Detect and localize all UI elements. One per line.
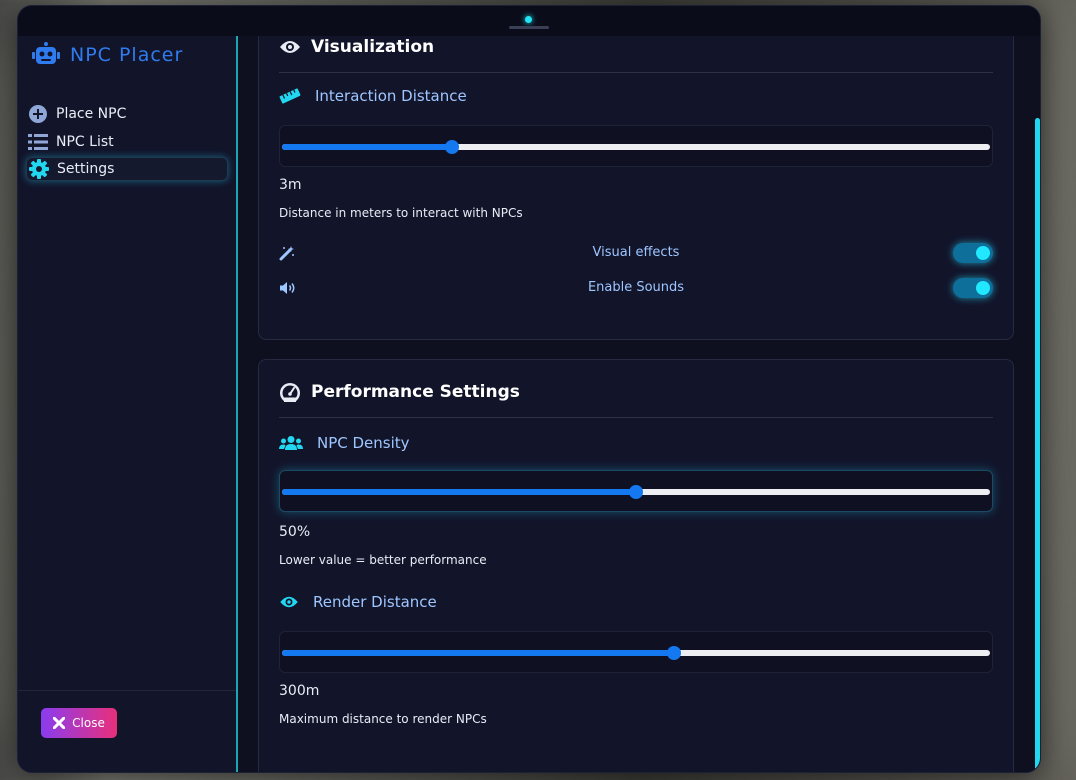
- x-icon: [53, 717, 66, 729]
- render-distance-label: Render Distance: [279, 593, 437, 611]
- eye-icon: [279, 39, 301, 55]
- label-text: NPC Density: [317, 434, 410, 452]
- window-topbar[interactable]: [18, 6, 1040, 37]
- slider-thumb[interactable]: [444, 140, 459, 154]
- sidebar: NPC Placer Place NPC NPC List Settings C…: [18, 36, 238, 772]
- scrollbar[interactable]: [1035, 118, 1040, 772]
- divider: [18, 690, 236, 691]
- interaction-distance-label: Interaction Distance: [279, 87, 467, 105]
- toggle-knob: [976, 281, 990, 295]
- sidebar-item-label: Settings: [57, 161, 115, 177]
- toggle-knob: [976, 246, 990, 260]
- interaction-distance-description: Distance in meters to interact with NPCs: [279, 206, 523, 220]
- gauge-icon: [279, 382, 301, 402]
- close-button-label: Close: [72, 716, 105, 730]
- render-distance-slider[interactable]: [279, 631, 993, 673]
- label-text: Render Distance: [313, 593, 437, 611]
- interaction-distance-value: 3m: [279, 177, 302, 193]
- slider-fill: [282, 650, 674, 656]
- users-icon: [279, 435, 303, 451]
- slider-thumb[interactable]: [629, 485, 643, 499]
- slider-track[interactable]: [282, 485, 990, 499]
- eye-icon: [279, 595, 299, 609]
- settings-panel[interactable]: Visualization Interaction Distance 3m Di…: [238, 36, 1040, 772]
- slider-track[interactable]: [282, 646, 990, 660]
- render-distance-value: 300m: [279, 683, 320, 699]
- sidebar-item-place-npc[interactable]: Place NPC: [26, 102, 228, 126]
- sidebar-item-settings[interactable]: Settings: [26, 157, 228, 181]
- app-title: NPC Placer: [70, 44, 184, 66]
- visualization-title: Visualization: [311, 37, 435, 57]
- card-title: Performance Settings: [279, 382, 520, 402]
- plus-circle-icon: [28, 104, 48, 124]
- enable-sounds-toggle[interactable]: [953, 278, 993, 298]
- slider-track[interactable]: [282, 140, 990, 154]
- npc-density-label: NPC Density: [279, 434, 410, 452]
- ruler-icon: [279, 88, 301, 104]
- npc-placer-window: NPC Placer Place NPC NPC List Settings C…: [18, 6, 1040, 772]
- sidebar-item-label: NPC List: [56, 134, 114, 150]
- slider-thumb[interactable]: [666, 646, 681, 660]
- npc-density-slider[interactable]: [279, 470, 993, 512]
- npc-density-description: Lower value = better performance: [279, 553, 487, 567]
- list-icon: [28, 133, 48, 151]
- performance-title: Performance Settings: [311, 382, 520, 402]
- enable-sounds-row: Enable Sounds: [279, 278, 993, 300]
- robot-icon: [32, 42, 60, 68]
- sidebar-item-npc-list[interactable]: NPC List: [26, 130, 228, 154]
- visualization-card: Visualization Interaction Distance 3m Di…: [258, 36, 1014, 340]
- visual-effects-row: Visual effects: [279, 243, 993, 265]
- slider-fill: [282, 489, 636, 495]
- card-title: Visualization: [279, 37, 434, 57]
- interaction-distance-slider[interactable]: [279, 125, 993, 167]
- visual-effects-toggle[interactable]: [953, 243, 993, 263]
- label-text: Interaction Distance: [315, 87, 467, 105]
- divider: [279, 417, 993, 418]
- gear-icon: [29, 159, 49, 179]
- divider: [279, 72, 993, 73]
- render-distance-description: Maximum distance to render NPCs: [279, 712, 487, 726]
- sidebar-item-label: Place NPC: [56, 106, 127, 122]
- npc-density-value: 50%: [279, 524, 311, 540]
- performance-card: Performance Settings NPC Density 50% Low…: [258, 359, 1014, 772]
- close-button[interactable]: Close: [41, 708, 117, 738]
- drag-handle[interactable]: [509, 26, 549, 29]
- toggle-label: Enable Sounds: [587, 280, 685, 295]
- slider-fill: [282, 144, 452, 150]
- brand: NPC Placer: [32, 42, 183, 68]
- status-dot: [525, 16, 532, 23]
- toggle-label: Visual effects: [592, 245, 680, 260]
